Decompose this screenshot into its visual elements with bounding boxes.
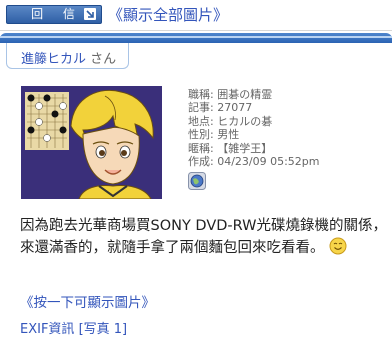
avatar (21, 86, 162, 199)
author-name[interactable]: 進籐ヒカル (21, 52, 86, 67)
reply-button[interactable]: 回 信 (6, 5, 102, 24)
profile-info: 職稱: 囲碁の精霊 記事: 27077 地点: ヒカルの碁 性別: 男性 暱稱:… (188, 88, 320, 168)
show-all-images-link[interactable]: 《顯示全部圖片》 (108, 4, 228, 25)
avatar-image (21, 86, 162, 199)
top-toolbar: 回 信 《顯示全部圖片》 (0, 0, 392, 30)
profile-nickname: 暱稱: 【雑学王】 (188, 141, 273, 155)
post-line-2-text: 來還滿香的，就隨手拿了兩個麵包回來吃看看。 (20, 240, 325, 256)
globe-icon[interactable] (188, 172, 206, 190)
divider (0, 30, 392, 31)
post-line-1: 因為跑去光華商場買SONY DVD-RW光碟燒錄機的關係， (20, 218, 387, 234)
header-bar-highlight (0, 36, 392, 38)
profile-location: 地点: ヒカルの碁 (188, 114, 273, 128)
author-tab: 進籐ヒカル さん (6, 43, 129, 69)
exif-info-link[interactable]: EXIF資訊 [写真 1] (20, 318, 127, 337)
reply-arrow-icon (84, 8, 96, 20)
reply-button-label: 回 信 (31, 7, 83, 21)
author-suffix: さん (86, 52, 117, 67)
profile-post-count: 記事: 27077 (188, 101, 253, 115)
author-name-link[interactable]: 進籐ヒカル さん (21, 48, 116, 67)
profile-gender: 性別: 男性 (188, 128, 240, 142)
profile-title: 職稱: 囲碁の精霊 (188, 88, 273, 101)
profile-created: 作成: 04/23/09 05:52pm (188, 155, 320, 169)
smiley-icon (329, 237, 347, 255)
click-to-show-images-link[interactable]: 《按一下可顯示圖片》 (20, 291, 155, 311)
post-header-bar (0, 33, 392, 43)
post-line-2: 來還滿香的，就隨手拿了兩個麵包回來吃看看。 (20, 237, 392, 259)
post-body: 因為跑去光華商場買SONY DVD-RW光碟燒錄機的關係， 來還滿香的，就隨手拿… (20, 215, 392, 259)
